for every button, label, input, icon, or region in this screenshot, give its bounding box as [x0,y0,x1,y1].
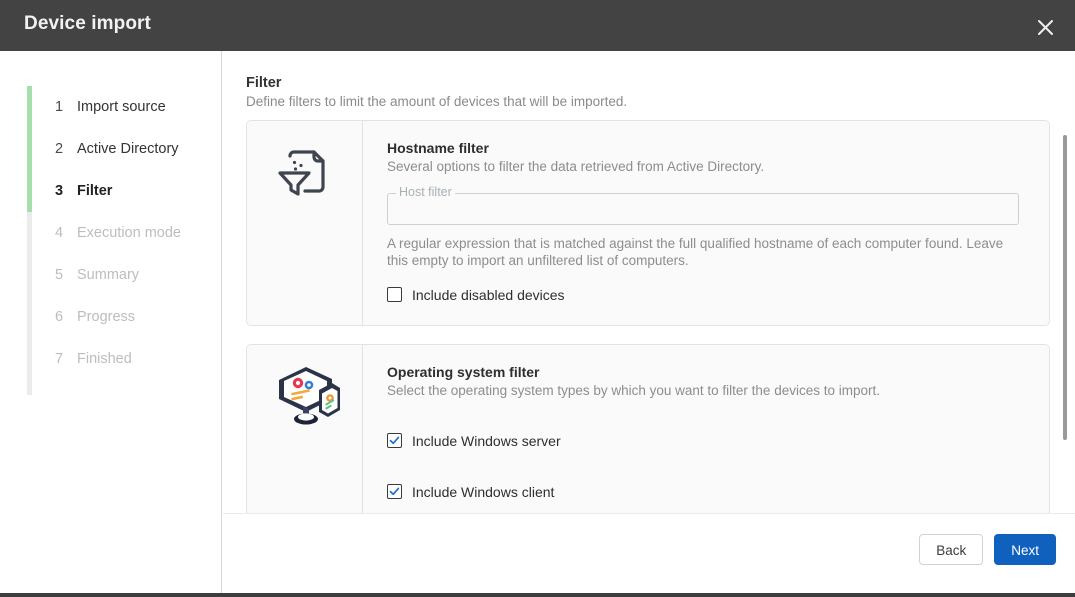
step-number: 7 [55,351,64,367]
step-label: Execution mode [77,225,181,241]
content-scrollbar-thumb[interactable] [1063,135,1067,440]
sidebar-item-progress: 6 Progress [27,296,217,338]
step-number: 1 [55,99,64,115]
page-title: Device import [24,13,151,34]
checkbox-label: Include disabled devices [412,286,565,303]
step-number: 3 [55,183,64,199]
next-button[interactable]: Next [994,534,1056,565]
step-number: 6 [55,309,64,325]
sidebar-item-active-directory[interactable]: 2 Active Directory [27,128,217,170]
checkbox-label: Include Windows server [412,432,561,449]
card-title: Operating system filter [387,363,540,380]
hostname-filter-card: Hostname filter Several options to filte… [246,120,1050,326]
card-subtitle: Several options to filter the data retri… [387,159,765,174]
sidebar-item-filter[interactable]: 3 Filter [27,170,217,212]
step-label: Progress [77,309,136,325]
document-filter-icon [247,121,363,325]
card-subtitle: Select the operating system types by whi… [387,382,880,398]
close-icon[interactable] [1019,3,1071,52]
title-bar: Device import [0,0,1075,51]
step-label: Active Directory [77,141,179,157]
checkbox-label: Include Windows client [412,483,555,500]
checkbox-box [387,484,402,500]
wizard-steps: 1 Import source 2 Active Directory 3 Fil… [27,86,217,395]
step-label: Summary [77,267,140,283]
content-header: Filter Define filters to limit the amoun… [246,75,1036,109]
dialog-body: 1 Import source 2 Active Directory 3 Fil… [0,51,1075,597]
include-windows-server-checkbox[interactable]: Include Windows server [387,433,1030,449]
step-label: Import source [77,99,166,115]
wizard-sidebar: 1 Import source 2 Active Directory 3 Fil… [0,51,222,597]
step-label: Filter [77,183,113,199]
content-area: Filter Define filters to limit the amoun… [223,51,1075,513]
monitor-gears-icon [247,344,363,513]
sidebar-item-summary: 5 Summary [27,254,217,296]
dialog-footer: Back Next [223,513,1075,597]
include-disabled-devices-checkbox[interactable]: Include disabled devices [387,287,1030,303]
step-label: Finished [77,351,132,367]
title-bar-inner: Device import [14,2,1075,51]
host-filter-help-text: A regular expression that is matched aga… [387,236,1004,269]
checkbox-box [387,433,402,449]
host-filter-input[interactable] [397,197,1010,221]
card-title: Hostname filter [387,140,489,156]
hostname-filter-body: Hostname filter Several options to filte… [363,121,1049,325]
window-bottom-edge [0,593,1075,597]
step-number: 4 [55,225,64,241]
checkbox-box [387,287,402,303]
step-number: 2 [55,141,64,157]
include-windows-client-checkbox[interactable]: Include Windows client [387,484,1030,500]
sidebar-item-finished: 7 Finished [27,338,217,380]
host-filter-field: Host filter [387,186,1030,225]
back-button[interactable]: Back [919,534,984,565]
step-number: 5 [55,267,64,283]
os-filter-card: Operating system filter Select the opera… [246,343,1050,513]
content-subtitle: Define filters to limit the amount of de… [246,94,628,109]
filter-cards: Hostname filter Several options to filte… [246,120,1050,513]
device-import-dialog: Device import 1 Import source 2 Active D… [0,0,1075,597]
footer-buttons: Back Next [919,534,1056,565]
sidebar-item-import-source[interactable]: 1 Import source [27,86,217,128]
content-title: Filter [246,75,282,91]
content-scrollbar[interactable] [1060,51,1070,513]
os-filter-body: Operating system filter Select the opera… [363,344,1049,513]
sidebar-item-execution-mode: 4 Execution mode [27,212,217,254]
